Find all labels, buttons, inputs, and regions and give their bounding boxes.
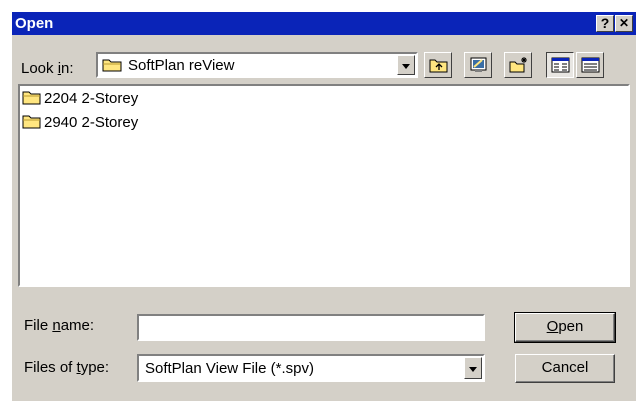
details-view-icon [581,57,600,73]
look-in-value: SoftPlan reView [128,57,235,74]
files-of-type-dropdown-button[interactable] [464,357,482,379]
chevron-down-icon [402,64,410,69]
title-bar[interactable]: Open ? ✕ [12,12,636,35]
files-of-type-label: Files of type: [24,359,110,376]
up-one-level-button[interactable] [424,52,452,78]
files-of-type-combobox[interactable]: SoftPlan View File (*.spv) [137,354,485,382]
look-in-label: Look in: [21,60,74,77]
new-folder-icon [509,57,527,73]
chevron-down-icon [469,367,477,372]
file-name-input[interactable] [137,314,485,341]
close-button[interactable]: ✕ [615,15,633,32]
folder-icon [22,115,41,129]
list-view-button[interactable] [546,52,574,78]
cancel-button[interactable]: Cancel [515,354,615,383]
up-one-level-icon [429,59,448,73]
dialog-title: Open [15,15,54,32]
desktop-button[interactable] [464,52,492,78]
folder-icon [102,59,122,72]
file-name: 2204 2-Storey [44,90,139,107]
look-in-dropdown-button[interactable] [397,55,415,75]
details-view-button[interactable] [576,52,604,78]
file-list[interactable]: 2204 2-Storey 2940 2-Storey [18,84,630,287]
files-of-type-value: SoftPlan View File (*.spv) [145,360,314,377]
file-name-label: File name: [24,317,95,334]
folder-icon [22,91,41,105]
list-view-icon [551,57,570,73]
desktop-icon [470,57,487,72]
open-button[interactable]: Open [514,312,616,343]
help-button[interactable]: ? [596,15,614,32]
new-folder-button[interactable] [504,52,532,78]
file-name: 2940 2-Storey [44,114,139,131]
open-dialog: Open ? ✕ Look in: SoftPlan reView 2204 2… [12,12,636,401]
look-in-combobox[interactable]: SoftPlan reView [96,52,418,78]
